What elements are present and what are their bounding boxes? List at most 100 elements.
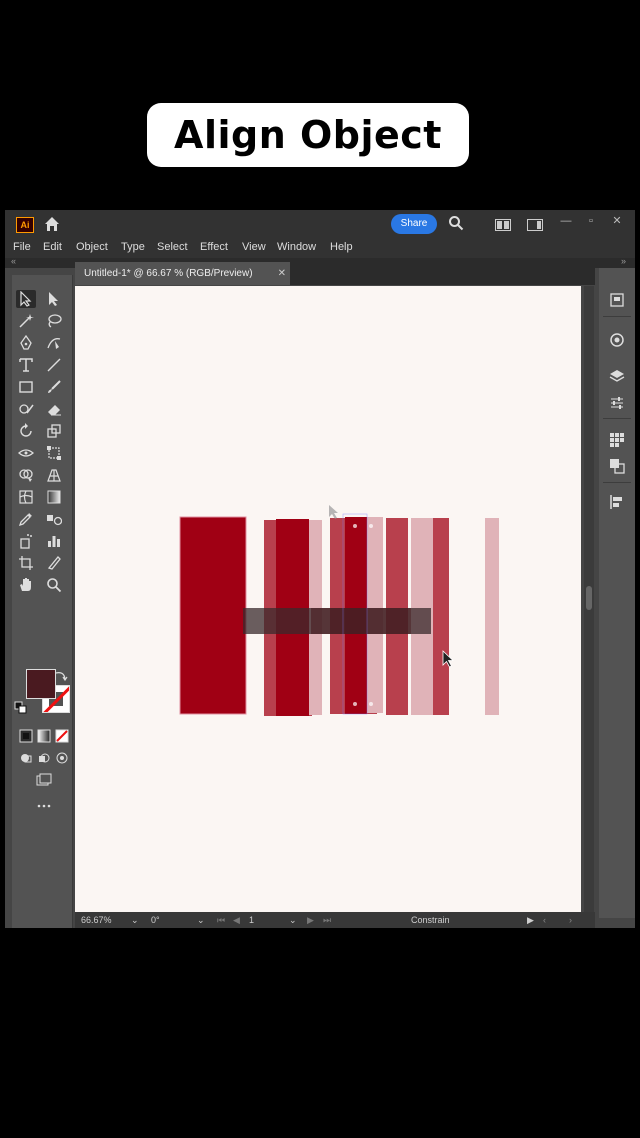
shaper-tool-icon[interactable] (16, 400, 36, 418)
status-menu-icon[interactable]: ▶ (527, 915, 534, 926)
next-artboard-icon[interactable]: ▶ (307, 915, 314, 926)
gradient-mode-icon[interactable] (34, 727, 54, 745)
paintbrush-tool-icon[interactable] (44, 378, 64, 396)
width-tool-icon[interactable] (16, 444, 36, 462)
perspective-grid-tool-icon[interactable] (44, 466, 64, 484)
shape-builder-tool-icon[interactable] (16, 466, 36, 484)
layers-panel-icon[interactable] (609, 368, 625, 384)
collapse-left-icon[interactable]: « (11, 256, 16, 266)
magic-wand-tool-icon[interactable] (16, 312, 36, 330)
align-panel-icon[interactable] (609, 494, 625, 510)
mesh-tool-icon[interactable] (16, 488, 36, 506)
zoom-level-field[interactable]: 66.67% (81, 915, 112, 925)
title-bar: Ai Share — ▫ ✕ (5, 210, 635, 238)
minimize-icon[interactable]: — (559, 214, 573, 228)
artboard[interactable] (75, 286, 581, 912)
draw-inside-icon[interactable] (52, 749, 72, 767)
rotate-tool-icon[interactable] (16, 422, 36, 440)
color-panel-icon[interactable] (609, 332, 625, 348)
type-tool-icon[interactable] (16, 356, 36, 374)
curvature-tool-icon[interactable] (44, 334, 64, 352)
right-panel-dock (599, 268, 635, 918)
horizontal-bar-overlap[interactable] (311, 608, 411, 634)
illustrator-window: Ai Share — ▫ ✕ File Edit Object Type Sel… (5, 210, 635, 928)
eyedropper-tool-icon[interactable] (16, 510, 36, 528)
menu-file[interactable]: File (13, 241, 31, 253)
last-artboard-icon[interactable]: ⏭ (323, 915, 331, 926)
scale-tool-icon[interactable] (44, 422, 64, 440)
arrange-documents-icon[interactable] (495, 218, 511, 231)
blend-tool-icon[interactable] (44, 510, 64, 528)
menu-effect[interactable]: Effect (200, 241, 228, 253)
maximize-icon[interactable]: ▫ (584, 214, 598, 228)
direct-selection-tool-icon[interactable] (44, 290, 64, 308)
menu-bar: File Edit Object Type Select Effect View… (5, 238, 635, 258)
draw-behind-icon[interactable] (34, 749, 54, 767)
edit-toolbar-icon[interactable] (34, 797, 54, 815)
screen-mode-icon[interactable] (34, 771, 54, 789)
scroll-right-icon[interactable]: › (569, 915, 572, 925)
anchor-point[interactable] (369, 524, 373, 528)
swap-fill-stroke-icon[interactable] (54, 669, 68, 683)
symbol-sprayer-tool-icon[interactable] (16, 532, 36, 550)
gradient-tool-icon[interactable] (44, 488, 64, 506)
panel-separator (603, 482, 631, 483)
menu-select[interactable]: Select (157, 241, 188, 253)
libraries-panel-icon[interactable] (609, 395, 625, 411)
rotation-dropdown-icon[interactable]: ⌄ (197, 915, 205, 926)
properties-panel-icon[interactable] (609, 292, 625, 308)
first-artboard-icon[interactable]: ⏮ (217, 915, 225, 926)
bar-1[interactable] (179, 516, 247, 715)
document-tab-row: Untitled-1* @ 66.67 % (RGB/Preview) ✕ (75, 262, 595, 285)
swatches-panel-icon[interactable] (609, 432, 625, 448)
menu-view[interactable]: View (242, 241, 266, 253)
zoom-dropdown-icon[interactable]: ⌄ (131, 915, 139, 926)
anchor-point[interactable] (353, 524, 357, 528)
ghost-cursor-icon (329, 505, 338, 519)
home-icon[interactable] (43, 215, 61, 233)
rectangle-tool-icon[interactable] (16, 378, 36, 396)
anchor-point[interactable] (369, 702, 373, 706)
workspace-switcher-icon[interactable] (527, 218, 543, 231)
bar-6[interactable] (485, 518, 499, 715)
line-segment-tool-icon[interactable] (44, 356, 64, 374)
menu-object[interactable]: Object (76, 241, 108, 253)
artboard-number-field[interactable]: 1 (249, 915, 254, 925)
artwork[interactable] (75, 286, 581, 912)
share-button[interactable]: Share (391, 214, 437, 234)
menu-edit[interactable]: Edit (43, 241, 62, 253)
document-tab[interactable]: Untitled-1* @ 66.67 % (RGB/Preview) ✕ (75, 262, 290, 285)
column-graph-tool-icon[interactable] (44, 532, 64, 550)
lasso-tool-icon[interactable] (44, 312, 64, 330)
free-transform-tool-icon[interactable] (44, 444, 64, 462)
menu-help[interactable]: Help (330, 241, 353, 253)
rotation-field[interactable]: 0° (151, 915, 160, 925)
artboard-tool-icon[interactable] (16, 554, 36, 572)
artboard-dropdown-icon[interactable]: ⌄ (289, 915, 297, 926)
previous-artboard-icon[interactable]: ◀ (233, 915, 240, 926)
slice-tool-icon[interactable] (44, 554, 64, 572)
fill-color-mode-icon[interactable] (16, 727, 36, 745)
menu-window[interactable]: Window (277, 241, 316, 253)
zoom-tool-icon[interactable] (44, 576, 64, 594)
draw-normal-icon[interactable] (16, 749, 36, 767)
transparency-panel-icon[interactable] (609, 458, 625, 474)
collapse-right-icon[interactable]: » (621, 256, 626, 266)
hand-tool-icon[interactable] (16, 576, 36, 594)
none-mode-icon[interactable] (52, 727, 72, 745)
close-window-icon[interactable]: ✕ (610, 214, 624, 228)
bar-5[interactable] (433, 518, 449, 715)
search-icon[interactable] (448, 215, 464, 231)
close-tab-icon[interactable]: ✕ (278, 262, 286, 285)
default-fill-stroke-icon[interactable] (14, 701, 28, 715)
pen-tool-icon[interactable] (16, 334, 36, 352)
fill-color-swatch[interactable] (26, 669, 56, 699)
menu-type[interactable]: Type (121, 241, 145, 253)
vertical-scrollbar[interactable] (584, 286, 594, 912)
eraser-tool-icon[interactable] (44, 400, 64, 418)
scroll-thumb[interactable] (586, 586, 592, 610)
scroll-left-icon[interactable]: ‹ (543, 915, 546, 925)
anchor-point[interactable] (353, 702, 357, 706)
selection-tool-icon[interactable] (16, 290, 36, 308)
app-logo: Ai (16, 217, 34, 233)
